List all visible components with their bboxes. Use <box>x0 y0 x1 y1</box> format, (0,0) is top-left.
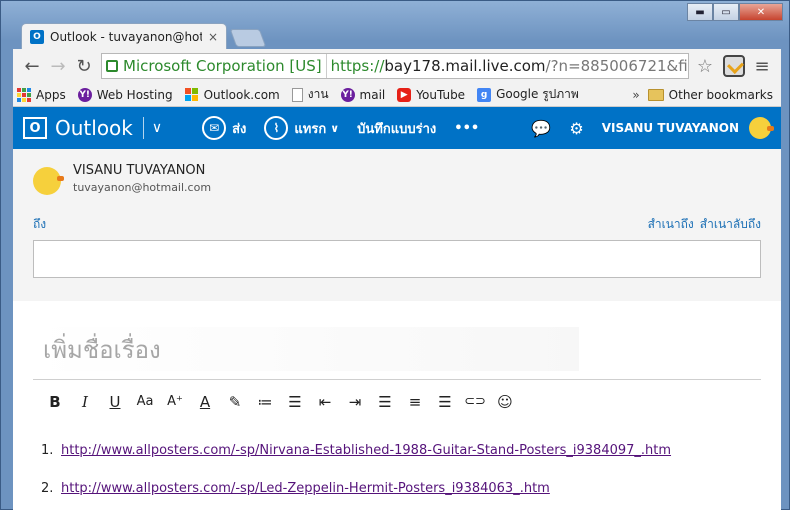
browser-window: O Outlook - tuvayanon@hot × ▬ ▭ ✕ ← → ↻ … <box>0 0 790 510</box>
bookmark-mail[interactable]: Y! mail <box>340 87 385 102</box>
user-avatar[interactable] <box>749 117 774 139</box>
maximize-button[interactable]: ▭ <box>713 3 739 21</box>
bullet-list-icon[interactable]: ☰ <box>281 388 309 416</box>
outdent-icon[interactable]: ⇤ <box>311 388 339 416</box>
user-name[interactable]: VISANU TUVAYANON <box>602 121 739 135</box>
bookmark-google-images[interactable]: g Google รูปภาพ <box>477 85 579 104</box>
window-controls: ▬ ▭ ✕ <box>687 3 783 21</box>
sender-avatar <box>33 167 64 195</box>
link-icon[interactable]: ⊂⊃ <box>461 388 489 416</box>
from-row: VISANU TUVAYANON tuvayanon@hotmail.com <box>33 163 761 195</box>
outlook-header: O Outlook ∨ ✉ ส่ง ⌇ แทรก ∨ บันทึกแบบร่าง… <box>13 107 781 149</box>
paperclip-icon: ⌇ <box>264 116 289 140</box>
list-item: 1. http://www.allposters.com/-sp/Nirvana… <box>41 443 672 458</box>
send-mail-icon: ✉ <box>202 116 227 140</box>
to-field[interactable] <box>33 240 761 278</box>
formatting-toolbar: B I U Aa A⁺ A ✎ ≔ ☰ ⇤ ⇥ ☰ ≡ ☰ ⊂⊃ ☺ <box>33 379 761 423</box>
windows-icon <box>185 87 199 102</box>
reload-button[interactable]: ↻ <box>71 53 97 79</box>
chat-icon[interactable]: 💬 <box>531 119 551 138</box>
apps-grid-icon <box>17 87 31 102</box>
address-bar[interactable]: Microsoft Corporation [US] https:// bay1… <box>101 53 689 79</box>
compose-header: VISANU TUVAYANON tuvayanon@hotmail.com ถ… <box>13 149 781 301</box>
yahoo-icon: Y! <box>340 87 355 102</box>
save-draft-button[interactable]: บันทึกแบบร่าง <box>357 118 436 139</box>
recipient-labels: ถึง สำเนาถึง สำเนาลับถึง <box>33 215 761 234</box>
url-scheme: https:// <box>330 57 385 75</box>
posters-link[interactable]: http://www.allposters.com/-sp/Nirvana-Es… <box>61 443 671 458</box>
more-commands-button[interactable]: ••• <box>454 121 479 136</box>
align-center-icon[interactable]: ≡ <box>401 388 429 416</box>
outlook-app: O Outlook ∨ ✉ ส่ง ⌇ แทรก ∨ บันทึกแบบร่าง… <box>13 107 781 510</box>
send-button[interactable]: ✉ ส่ง <box>202 116 246 140</box>
bookmark-youtube[interactable]: ▶ YouTube <box>397 87 465 102</box>
google-icon: g <box>477 87 492 102</box>
bookmark-apps[interactable]: Apps <box>17 87 66 102</box>
bookmarks-bar: Apps Y! Web Hosting Outlook.com งาน Y! m… <box>13 83 781 107</box>
back-button[interactable]: ← <box>19 53 45 79</box>
grow-font-button[interactable]: A⁺ <box>161 388 189 416</box>
browser-menu-icon[interactable]: ≡ <box>749 56 775 77</box>
bookmark-other[interactable]: Other bookmarks <box>647 88 773 102</box>
list-item: 2. http://www.allposters.com/-sp/Led-Zep… <box>41 481 550 496</box>
youtube-icon: ▶ <box>397 87 412 102</box>
header-divider <box>142 117 144 139</box>
insert-button[interactable]: ⌇ แทรก ∨ <box>264 116 339 140</box>
bold-button[interactable]: B <box>41 388 69 416</box>
lock-icon <box>106 60 118 72</box>
minimize-button[interactable]: ▬ <box>687 3 713 21</box>
bookmark-web-hosting[interactable]: Y! Web Hosting <box>77 87 173 102</box>
underline-button[interactable]: U <box>101 388 129 416</box>
tab-outlook[interactable]: O Outlook - tuvayanon@hot × <box>21 23 227 49</box>
sender-email: tuvayanon@hotmail.com <box>73 181 212 194</box>
bookmark-outlook[interactable]: Outlook.com <box>185 88 280 102</box>
indent-icon[interactable]: ⇥ <box>341 388 369 416</box>
browser-toolbar: ← → ↻ Microsoft Corporation [US] https:/… <box>13 49 781 83</box>
align-left-icon[interactable]: ☰ <box>371 388 399 416</box>
bcc-link[interactable]: สำเนาลับถึง <box>700 215 761 234</box>
subject-input[interactable]: เพิ่มชื่อเรื่อง <box>33 327 579 371</box>
numbered-list-icon[interactable]: ≔ <box>251 388 279 416</box>
outlook-favicon-icon: O <box>30 29 44 44</box>
align-right-icon[interactable]: ☰ <box>431 388 459 416</box>
bookmarks-overflow-button[interactable]: » <box>632 88 639 102</box>
cc-link[interactable]: สำเนาถึง <box>648 215 694 234</box>
url-host: bay178.mail.live.com <box>384 57 546 75</box>
italic-button[interactable]: I <box>71 388 99 416</box>
app-switcher-chevron-icon[interactable]: ∨ <box>152 120 162 136</box>
yahoo-icon: Y! <box>77 87 92 102</box>
page-icon <box>291 87 303 102</box>
tab-close-icon[interactable]: × <box>208 30 218 44</box>
bookmark-work[interactable]: งาน <box>291 85 329 104</box>
bookmark-star-icon[interactable]: ☆ <box>693 56 717 77</box>
ev-certificate-badge[interactable]: Microsoft Corporation [US] <box>102 54 327 78</box>
outlook-logo[interactable]: O Outlook <box>23 116 133 140</box>
outlook-logo-icon: O <box>23 117 47 139</box>
posters-link[interactable]: http://www.allposters.com/-sp/Led-Zeppel… <box>61 481 550 496</box>
tab-title: Outlook - tuvayanon@hot <box>50 29 202 44</box>
header-right: 💬 ⚙ VISANU TUVAYANON <box>531 117 774 139</box>
compose-body: เพิ่มชื่อเรื่อง B I U Aa A⁺ A ✎ ≔ ☰ ⇤ ⇥ … <box>13 327 781 496</box>
close-window-button[interactable]: ✕ <box>739 3 783 21</box>
url-path: /?n=885006721&fid=18 <box>545 57 688 75</box>
extension-checkmark-icon[interactable] <box>723 55 745 77</box>
font-size-button[interactable]: Aa <box>131 388 159 416</box>
to-label[interactable]: ถึง <box>33 215 46 234</box>
tab-strip: O Outlook - tuvayanon@hot × <box>17 23 777 49</box>
ev-name: Microsoft Corporation [US] <box>123 57 322 75</box>
chevron-down-icon: ∨ <box>330 121 340 135</box>
folder-icon <box>647 88 664 101</box>
highlight-icon[interactable]: ✎ <box>221 388 249 416</box>
new-tab-button[interactable] <box>229 29 267 47</box>
gear-icon[interactable]: ⚙ <box>569 119 583 138</box>
sender-name: VISANU TUVAYANON <box>73 163 206 178</box>
font-color-button[interactable]: A <box>191 388 219 416</box>
forward-button[interactable]: → <box>45 53 71 79</box>
message-body[interactable]: 1. http://www.allposters.com/-sp/Nirvana… <box>33 443 761 496</box>
emoji-icon[interactable]: ☺ <box>491 388 519 416</box>
